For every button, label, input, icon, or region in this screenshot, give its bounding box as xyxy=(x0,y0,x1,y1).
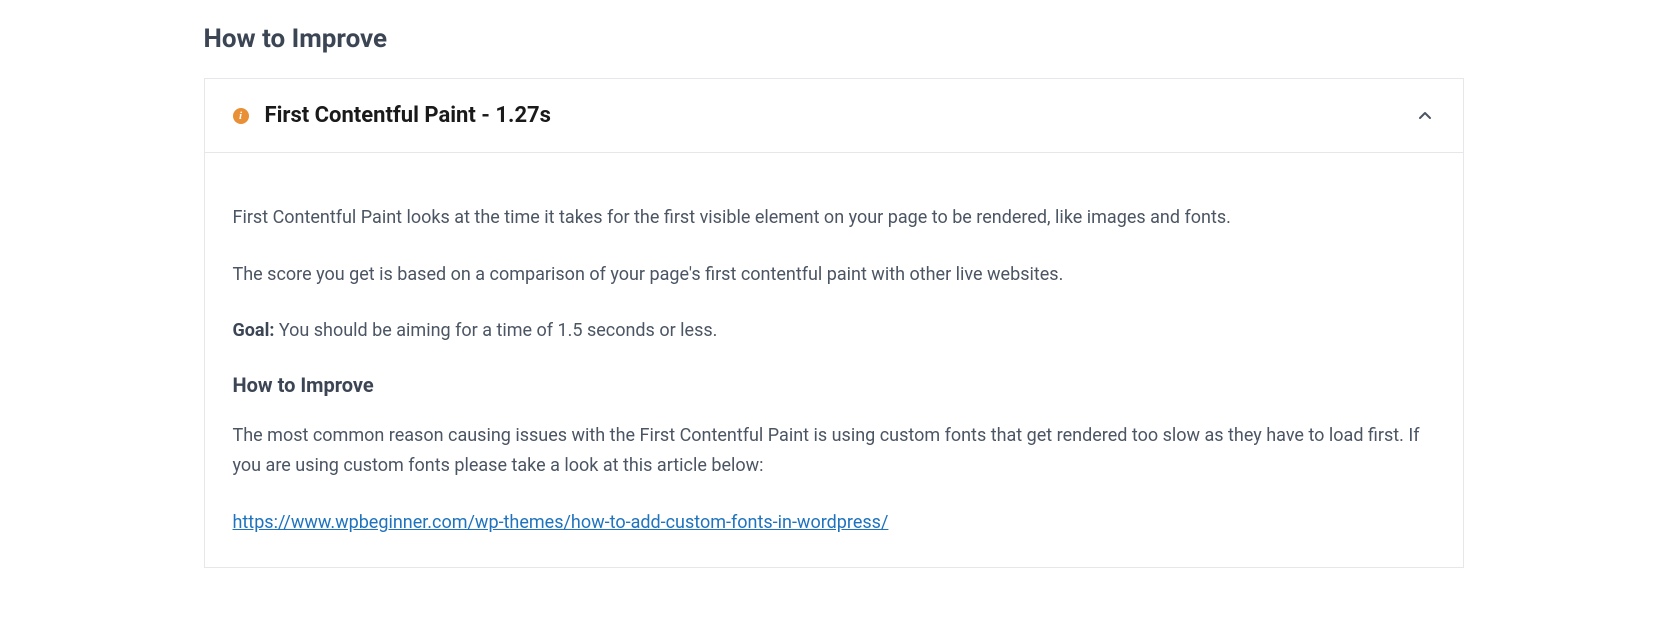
custom-fonts-article-link[interactable]: https://www.wpbeginner.com/wp-themes/how… xyxy=(233,512,889,533)
fcp-goal: Goal: You should be aiming for a time of… xyxy=(233,316,1435,347)
how-to-improve-heading: How to Improve xyxy=(233,373,1435,397)
chevron-up-icon xyxy=(1415,106,1435,126)
fcp-improve-text: The most common reason causing issues wi… xyxy=(233,421,1435,482)
goal-label: Goal: xyxy=(233,320,275,341)
goal-text: You should be aiming for a time of 1.5 s… xyxy=(274,320,717,341)
accordion-header[interactable]: i First Contentful Paint - 1.27s xyxy=(205,79,1463,153)
page-title: How to Improve xyxy=(204,24,1464,54)
info-icon: i xyxy=(233,108,249,124)
accordion-content: First Contentful Paint looks at the time… xyxy=(205,153,1463,567)
accordion-title: First Contentful Paint - 1.27s xyxy=(265,103,551,128)
accordion-header-left: i First Contentful Paint - 1.27s xyxy=(233,103,551,128)
fcp-description-2: The score you get is based on a comparis… xyxy=(233,260,1435,291)
fcp-description-1: First Contentful Paint looks at the time… xyxy=(233,203,1435,234)
accordion-item-fcp: i First Contentful Paint - 1.27s First C… xyxy=(204,78,1464,568)
